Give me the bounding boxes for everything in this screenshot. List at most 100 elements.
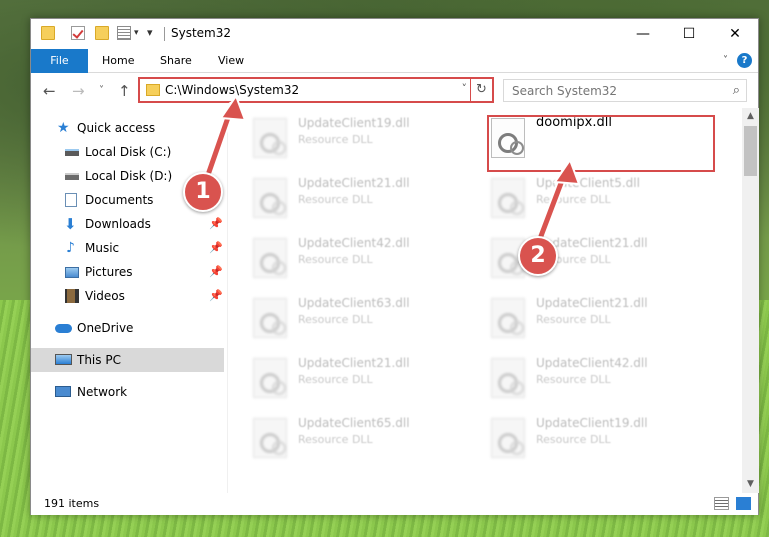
videos-icon xyxy=(65,289,79,303)
list-item[interactable]: UpdateClient21.dll Resource DLL xyxy=(228,352,458,408)
scroll-down-button[interactable]: ▼ xyxy=(742,476,759,493)
chevron-down-icon[interactable]: ▾ xyxy=(134,28,139,38)
file-type: Resource DLL xyxy=(298,133,373,146)
file-name: UpdateClient19.dll xyxy=(298,116,410,130)
window-title: System32 xyxy=(171,26,232,40)
ribbon-tabs: File Home Share View ˅ ? xyxy=(31,49,758,73)
list-item[interactable]: UpdateClient63.dll Resource DLL xyxy=(228,292,458,348)
status-bar: 191 items xyxy=(31,493,758,515)
list-item[interactable]: UpdateClient5.dll Resource DLL xyxy=(466,172,696,228)
close-button[interactable]: ✕ xyxy=(712,19,758,49)
sidebar-item-label: This PC xyxy=(77,353,121,367)
music-icon: ♪ xyxy=(66,240,75,256)
sidebar-item-label: Pictures xyxy=(85,265,133,279)
step-1-badge: 1 xyxy=(183,172,223,212)
dll-file-icon xyxy=(491,298,525,338)
quick-access-toolbar-menu-icon[interactable]: ▾ xyxy=(147,26,153,39)
recent-locations-button[interactable]: ˅ xyxy=(99,83,104,99)
list-item[interactable]: UpdateClient42.dll Resource DLL xyxy=(466,352,696,408)
dll-file-icon xyxy=(253,358,287,398)
refresh-button[interactable]: ↻ xyxy=(470,79,492,101)
pictures-icon xyxy=(65,267,79,278)
folder-icon xyxy=(146,84,160,96)
details-view-button[interactable] xyxy=(714,497,729,510)
sidebar-item-onedrive[interactable]: OneDrive xyxy=(31,316,224,340)
list-item[interactable]: UpdateClient65.dll Resource DLL xyxy=(228,412,458,468)
tab-view[interactable]: View xyxy=(204,49,258,73)
list-item[interactable]: UpdateClient21.dll Resource DLL xyxy=(466,232,696,288)
dll-file-icon xyxy=(491,178,525,218)
address-bar[interactable]: C:\Windows\System32 ˅ ↻ xyxy=(138,77,494,103)
up-button[interactable]: ↑ xyxy=(118,83,131,99)
sidebar-item-label: OneDrive xyxy=(77,321,134,335)
tab-home[interactable]: Home xyxy=(88,49,148,73)
file-type: Resource DLL xyxy=(298,433,373,446)
expand-ribbon-icon[interactable]: ˅ xyxy=(723,55,728,66)
title-bar: ▾ ▾ System32 — ☐ ✕ xyxy=(31,19,758,49)
file-type: Resource DLL xyxy=(298,313,373,326)
address-dropdown-icon[interactable]: ˅ xyxy=(462,82,468,95)
sidebar-item-network[interactable]: Network xyxy=(31,380,224,404)
navigation-pane: ★ Quick access Local Disk (C:) Local Dis… xyxy=(31,108,226,493)
sidebar-item-this-pc[interactable]: This PC xyxy=(31,348,224,372)
dll-file-icon xyxy=(253,118,287,158)
file-name: UpdateClient19.dll xyxy=(536,416,648,430)
sidebar-item-quick-access[interactable]: ★ Quick access xyxy=(31,116,224,140)
sidebar-item-label: Music xyxy=(85,241,120,255)
properties-check-icon[interactable] xyxy=(71,26,85,40)
file-name: UpdateClient21.dll xyxy=(298,356,410,370)
dll-file-icon xyxy=(253,178,287,218)
sidebar-item-music[interactable]: ♪ Music 📌 xyxy=(31,236,224,260)
list-item[interactable]: UpdateClient19.dll Resource DLL xyxy=(228,112,458,168)
search-box[interactable]: ⌕ xyxy=(503,79,747,102)
maximize-button[interactable]: ☐ xyxy=(666,19,712,49)
scroll-thumb[interactable] xyxy=(744,126,757,176)
sidebar-item-local-disk-c[interactable]: Local Disk (C:) xyxy=(31,140,224,164)
help-icon[interactable]: ? xyxy=(737,53,752,68)
sidebar-item-videos[interactable]: Videos 📌 xyxy=(31,284,224,308)
forward-button[interactable]: → xyxy=(72,83,85,99)
computer-icon xyxy=(55,354,72,365)
sidebar-item-label: Local Disk (D:) xyxy=(85,169,173,183)
dll-file-icon xyxy=(491,358,525,398)
search-input[interactable] xyxy=(504,80,719,101)
minimize-button[interactable]: — xyxy=(620,19,666,49)
file-name: UpdateClient21.dll xyxy=(536,296,648,310)
tab-share[interactable]: Share xyxy=(146,49,206,73)
pin-icon[interactable]: 📌 xyxy=(209,212,223,236)
pin-icon[interactable]: 📌 xyxy=(209,260,223,284)
documents-icon xyxy=(65,193,77,207)
file-highlight-box xyxy=(487,115,715,172)
pin-icon[interactable]: 📌 xyxy=(209,236,223,260)
file-name: UpdateClient42.dll xyxy=(298,236,410,250)
customize-icon[interactable] xyxy=(117,26,131,40)
list-item[interactable]: UpdateClient21.dll Resource DLL xyxy=(466,292,696,348)
file-name: UpdateClient5.dll xyxy=(536,176,640,190)
file-type: Resource DLL xyxy=(298,253,373,266)
sidebar-item-label: Videos xyxy=(85,289,125,303)
drive-icon xyxy=(65,149,79,156)
dll-file-icon xyxy=(253,238,287,278)
file-type: Resource DLL xyxy=(536,373,611,386)
list-item[interactable]: UpdateClient21.dll Resource DLL xyxy=(228,172,458,228)
file-type: Resource DLL xyxy=(298,373,373,386)
new-folder-icon[interactable] xyxy=(95,26,109,40)
list-item[interactable]: UpdateClient42.dll Resource DLL xyxy=(228,232,458,288)
navigation-bar: ← → ˅ ↑ C:\Windows\System32 ˅ ↻ ⌕ xyxy=(31,74,758,108)
sidebar-item-pictures[interactable]: Pictures 📌 xyxy=(31,260,224,284)
pin-icon[interactable]: 📌 xyxy=(209,284,223,308)
vertical-scrollbar[interactable]: ▲ ▼ xyxy=(742,108,759,493)
sidebar-item-downloads[interactable]: ⬇ Downloads 📌 xyxy=(31,212,224,236)
star-icon: ★ xyxy=(57,120,70,136)
file-type: Resource DLL xyxy=(536,433,611,446)
tab-file[interactable]: File xyxy=(31,49,88,73)
file-type: Resource DLL xyxy=(298,193,373,206)
list-item[interactable]: UpdateClient19.dll Resource DLL xyxy=(466,412,696,468)
item-count: 191 items xyxy=(44,497,100,510)
step-2-badge: 2 xyxy=(518,236,558,276)
scroll-up-button[interactable]: ▲ xyxy=(742,108,759,125)
large-icons-view-button[interactable] xyxy=(736,497,751,510)
back-button[interactable]: ← xyxy=(43,83,56,99)
search-icon[interactable]: ⌕ xyxy=(733,83,740,98)
address-path[interactable]: C:\Windows\System32 xyxy=(165,83,299,97)
